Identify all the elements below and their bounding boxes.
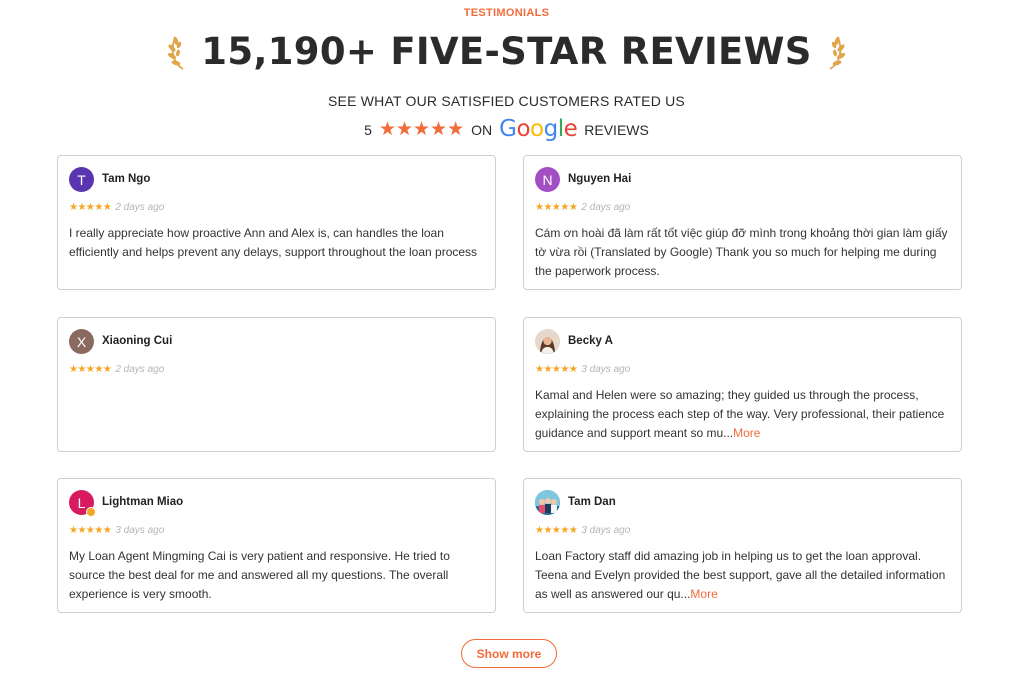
badge-icon <box>86 507 96 517</box>
review-text: I really appreciate how proactive Ann an… <box>69 226 478 259</box>
section-eyebrow: TESTIMONIALS <box>463 7 550 19</box>
review-meta: ★★★★★ 3 days ago <box>535 525 630 536</box>
rating-stars-icon: ★★★★★ <box>378 119 465 140</box>
on-label: ON <box>471 121 493 138</box>
review-card: Tam Dan ★★★★★ 3 days ago Loan Factory st… <box>523 478 962 613</box>
section-subhead: SEE WHAT OUR SATISFIED CUSTOMERS RATED U… <box>328 93 685 109</box>
more-link[interactable]: More <box>690 587 717 601</box>
review-date: 2 days ago <box>581 202 631 213</box>
review-date: 2 days ago <box>115 202 165 213</box>
laurel-right-icon <box>829 36 845 70</box>
avatar: N <box>535 167 560 192</box>
headline-row: 15,190+ FIVE-STAR REVIEWS <box>0 30 1013 73</box>
group-photo-icon <box>535 490 560 515</box>
avatar-photo <box>535 490 560 515</box>
avatar: L <box>69 490 96 517</box>
review-card: L Lightman Miao ★★★★★ 3 days ago My Loan… <box>57 478 496 613</box>
review-card: N Nguyen Hai ★★★★★ 2 days ago Cám ơn hoà… <box>523 155 962 290</box>
review-meta: ★★★★★ 3 days ago <box>535 364 630 375</box>
reviewer-name: Tam Ngo <box>102 173 151 185</box>
review-text: Loan Factory staff did amazing job in he… <box>535 549 946 601</box>
laurel-left-icon <box>168 36 184 70</box>
rating-value: 5 <box>364 121 372 138</box>
more-link[interactable]: More <box>733 426 760 440</box>
star-rating-icon: ★★★★★ <box>535 202 578 213</box>
star-rating-icon: ★★★★★ <box>69 364 112 375</box>
star-rating-icon: ★★★★★ <box>535 364 578 375</box>
review-date: 3 days ago <box>581 364 631 375</box>
review-text: Cám ơn hoài đã làm rất tốt việc giúp đỡ … <box>535 226 948 278</box>
rating-summary: 5 ★★★★★ ON Google REVIEWS <box>0 118 1013 141</box>
avatar: T <box>69 167 94 192</box>
star-rating-icon: ★★★★★ <box>69 525 112 536</box>
review-text: Kamal and Helen were so amazing; they gu… <box>535 388 945 440</box>
headline-title: 15,190+ FIVE-STAR REVIEWS <box>201 30 812 73</box>
review-meta: ★★★★★ 2 days ago <box>69 202 164 213</box>
show-more-button[interactable]: Show more <box>461 639 557 668</box>
avatar: X <box>69 329 94 354</box>
reviewer-name: Lightman Miao <box>102 496 184 508</box>
review-meta: ★★★★★ 2 days ago <box>69 364 164 375</box>
review-meta: ★★★★★ 3 days ago <box>69 525 164 536</box>
star-rating-icon: ★★★★★ <box>535 525 578 536</box>
star-rating-icon: ★★★★★ <box>69 202 112 213</box>
review-card: Becky A ★★★★★ 3 days ago Kamal and Helen… <box>523 317 962 452</box>
reviewer-name: Tam Dan <box>568 496 616 508</box>
review-date: 2 days ago <box>115 364 165 375</box>
reviews-label: REVIEWS <box>584 121 649 138</box>
review-meta: ★★★★★ 2 days ago <box>535 202 630 213</box>
reviewer-name: Becky A <box>568 335 613 347</box>
review-card: X Xiaoning Cui ★★★★★ 2 days ago <box>57 317 496 452</box>
person-photo-icon <box>535 329 560 354</box>
google-logo: Google <box>499 116 578 142</box>
reviewer-name: Nguyen Hai <box>568 173 632 185</box>
review-card: T Tam Ngo ★★★★★ 2 days ago I really appr… <box>57 155 496 290</box>
review-date: 3 days ago <box>115 525 165 536</box>
reviewer-name: Xiaoning Cui <box>102 335 173 347</box>
avatar-photo <box>535 329 560 354</box>
review-date: 3 days ago <box>581 525 631 536</box>
review-text: My Loan Agent Mingming Cai is very patie… <box>69 549 450 601</box>
